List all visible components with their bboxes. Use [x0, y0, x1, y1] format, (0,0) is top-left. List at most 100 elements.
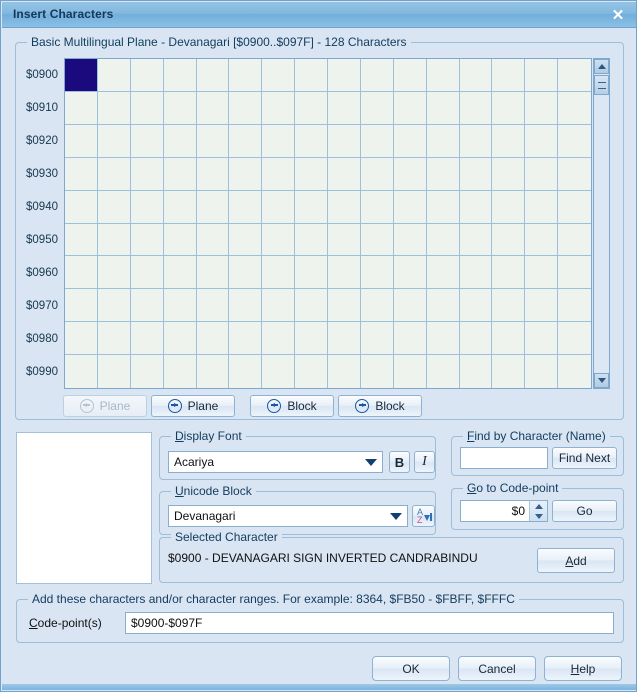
character-cell[interactable] — [360, 322, 394, 356]
character-cell[interactable] — [525, 256, 559, 290]
character-grid[interactable] — [64, 58, 592, 389]
character-cell[interactable] — [196, 223, 230, 257]
character-cell[interactable] — [459, 157, 493, 191]
character-cell[interactable] — [97, 91, 131, 125]
character-cell[interactable] — [65, 355, 98, 388]
character-cell[interactable] — [164, 355, 197, 388]
character-cell[interactable] — [393, 124, 427, 158]
sort-alpha-descending-icon[interactable]: A Z — [412, 505, 435, 527]
grid-vertical-scrollbar[interactable] — [593, 58, 610, 389]
character-cell[interactable] — [459, 289, 493, 323]
character-cell[interactable] — [492, 289, 526, 323]
character-cell[interactable] — [295, 91, 328, 125]
character-cell[interactable] — [558, 59, 591, 92]
character-cell[interactable] — [97, 322, 131, 356]
character-cell[interactable] — [130, 190, 164, 224]
character-cell[interactable] — [65, 124, 98, 158]
character-cell[interactable] — [459, 322, 493, 356]
character-cell[interactable] — [130, 223, 164, 257]
spinner-down-icon[interactable] — [530, 511, 547, 521]
character-cell[interactable] — [65, 289, 98, 323]
character-cell[interactable] — [229, 91, 263, 125]
character-cell[interactable] — [197, 355, 230, 388]
bold-toggle-button[interactable]: B — [389, 451, 410, 473]
character-cell[interactable] — [426, 59, 460, 92]
ok-button[interactable]: OK — [372, 656, 450, 681]
character-cell[interactable] — [295, 223, 328, 257]
character-cell[interactable] — [360, 256, 394, 290]
character-cell[interactable] — [65, 223, 98, 257]
character-cell[interactable] — [492, 91, 526, 125]
character-cell[interactable] — [163, 91, 197, 125]
character-cell[interactable] — [130, 289, 164, 323]
character-cell[interactable] — [229, 157, 263, 191]
character-cell[interactable] — [492, 157, 526, 191]
character-cell[interactable] — [97, 223, 131, 257]
character-cell[interactable] — [426, 91, 460, 125]
character-cell[interactable] — [163, 157, 197, 191]
character-cell[interactable] — [328, 256, 361, 290]
character-cell[interactable] — [558, 355, 591, 388]
italic-toggle-button[interactable]: I — [414, 451, 435, 473]
character-cell[interactable] — [525, 124, 559, 158]
character-cell[interactable] — [163, 322, 197, 356]
next-plane-button[interactable]: Plane — [151, 395, 235, 417]
character-cell[interactable] — [426, 157, 460, 191]
character-cell[interactable] — [295, 355, 328, 388]
character-cell[interactable] — [229, 289, 263, 323]
character-cell[interactable] — [97, 256, 131, 290]
character-cell[interactable] — [163, 223, 197, 257]
character-cell[interactable] — [361, 355, 394, 388]
character-cell[interactable] — [393, 223, 427, 257]
character-cell[interactable] — [262, 59, 296, 92]
character-cell[interactable] — [360, 124, 394, 158]
character-cell[interactable] — [163, 59, 197, 92]
add-button[interactable]: Add — [537, 548, 615, 573]
character-cell[interactable] — [262, 289, 296, 323]
character-cell[interactable] — [558, 289, 591, 323]
character-cell[interactable] — [360, 157, 394, 191]
character-cell[interactable] — [492, 223, 526, 257]
character-cell[interactable] — [459, 223, 493, 257]
codepoint-spinner-buttons[interactable] — [529, 501, 547, 521]
character-cell[interactable] — [65, 190, 98, 224]
character-cell[interactable] — [262, 157, 296, 191]
character-cell[interactable] — [558, 158, 591, 191]
character-cell[interactable] — [196, 289, 230, 323]
character-cell[interactable] — [131, 355, 164, 388]
display-font-combo[interactable]: Acariya — [168, 451, 383, 473]
character-cell[interactable] — [525, 322, 559, 356]
character-cell[interactable] — [262, 190, 296, 224]
character-cell[interactable] — [360, 91, 394, 125]
character-cell[interactable] — [460, 355, 493, 388]
find-next-button[interactable]: Find Next — [552, 447, 617, 469]
character-cell[interactable] — [558, 224, 591, 257]
character-cell[interactable] — [459, 256, 493, 290]
character-cell[interactable] — [328, 124, 361, 158]
character-cell[interactable] — [558, 125, 591, 158]
character-cell[interactable] — [130, 322, 164, 356]
character-cell[interactable] — [130, 157, 164, 191]
character-cell[interactable] — [492, 322, 526, 356]
character-cell[interactable] — [426, 256, 460, 290]
character-cell[interactable] — [328, 91, 361, 125]
character-cell[interactable] — [558, 256, 591, 290]
character-cell[interactable] — [196, 59, 230, 92]
character-cell[interactable] — [328, 289, 361, 323]
character-cell[interactable] — [525, 355, 559, 388]
character-cell[interactable] — [97, 289, 131, 323]
character-cell[interactable] — [360, 289, 394, 323]
character-cell[interactable] — [328, 190, 361, 224]
character-cell[interactable] — [65, 322, 98, 356]
codepoints-input[interactable] — [125, 612, 614, 634]
character-cell[interactable] — [196, 256, 230, 290]
character-cell[interactable] — [525, 289, 559, 323]
character-cell[interactable] — [426, 289, 460, 323]
character-cell[interactable] — [262, 256, 296, 290]
character-cell[interactable] — [262, 124, 296, 158]
go-button[interactable]: Go — [552, 500, 617, 522]
character-cell[interactable] — [295, 59, 328, 92]
character-cell[interactable] — [229, 223, 263, 257]
character-cell[interactable] — [328, 223, 361, 257]
character-cell[interactable] — [295, 157, 328, 191]
